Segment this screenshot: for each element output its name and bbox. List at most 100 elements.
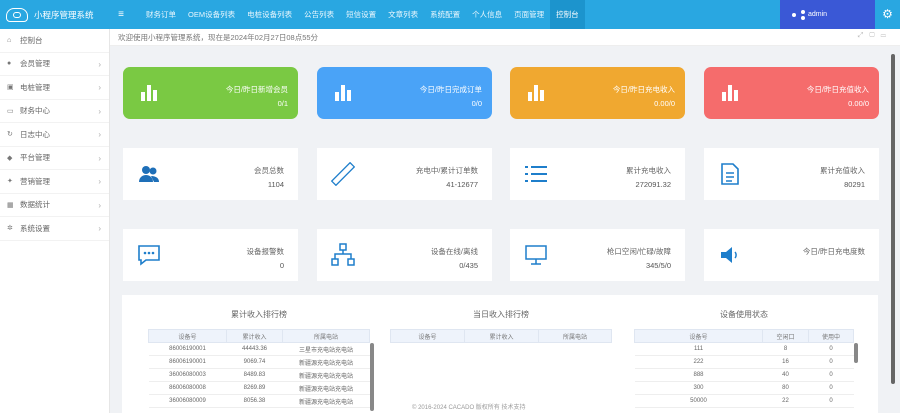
topnav-item[interactable]: 个人信息 <box>466 0 508 29</box>
column-header: 设备号 <box>148 329 227 343</box>
dashboard-content: 今日/昨日新增会员 0/1 今日/昨日完成订单 0/0 今日/昨日充电收入 0.… <box>110 46 890 413</box>
info-value: 0 <box>279 261 284 270</box>
stat-card-recharge-income[interactable]: 今日/昨日充值收入 0.00/0 <box>704 67 879 119</box>
chevron-right-icon: › <box>98 83 101 92</box>
device-status-table: 设备号 空闲口 使用中 111 8 0 222 16 0 888 40 0 300 80 0 5… <box>634 329 854 408</box>
stat-card-new-members[interactable]: 今日/昨日新增会员 0/1 <box>123 67 298 119</box>
income-ranking: 累计收入排行榜 设备号 累计收入 所属电站 86006190001 44443.3… <box>148 309 374 411</box>
chevron-right-icon: › <box>98 153 101 163</box>
page-scrollbar[interactable] <box>891 54 895 384</box>
message-icon <box>138 245 160 266</box>
app-title: 小程序管理系统 <box>34 9 94 20</box>
stat-value: 0/0 <box>471 99 482 108</box>
column-header: 空闲口 <box>762 329 809 343</box>
menu-toggle-icon[interactable]: ≡ <box>114 9 128 20</box>
table-row: 86006190001 44443.36 三星市充电站充电站 <box>148 342 370 356</box>
sidebar-item-label: 财务中心 <box>20 106 50 116</box>
stat-value: 0.00/0 <box>848 99 869 108</box>
info-value: 345/5/0 <box>645 261 671 270</box>
today-ranking-table: 设备号 累计收入 所属电站 <box>390 329 612 343</box>
topnav-item[interactable]: 财务订单 <box>140 0 182 29</box>
info-card-gun-status: 枪口空闲/忙碌/故障 345/5/0 <box>510 229 685 281</box>
column-header: 所属电站 <box>282 329 370 343</box>
info-label: 设备在线/离线 <box>430 247 478 256</box>
info-card-recharge-income: 累计充值收入 80291 <box>704 148 879 200</box>
sidebar-item-label: 平台管理 <box>20 153 50 163</box>
info-value: 0/435 <box>459 261 478 270</box>
info-card-alarms: 设备报警数 0 <box>123 229 298 281</box>
stat-card-completed-orders[interactable]: 今日/昨日完成订单 0/0 <box>317 67 492 119</box>
column-header: 设备号 <box>634 329 763 343</box>
screen-icon <box>525 245 547 265</box>
bar-chart-icon <box>722 85 738 101</box>
income-table-scrollbar[interactable] <box>370 343 374 411</box>
settings-gear-icon[interactable]: ⚙ <box>875 0 900 29</box>
sidebar-item-piles[interactable]: ▣ 电桩管理 › <box>0 76 109 100</box>
user-menu[interactable]: admin <box>780 0 875 29</box>
sidebar-item-marketing[interactable]: ✦ 营销管理 › <box>0 170 109 194</box>
column-header: 所属电站 <box>538 329 612 343</box>
sidebar-item-label: 系统设置 <box>20 223 50 233</box>
info-value: 80291 <box>844 180 865 189</box>
gift-icon: ✦ <box>7 178 13 186</box>
sidebar-item-platform[interactable]: ◆ 平台管理 › <box>0 147 109 170</box>
bar-chart-icon <box>528 85 544 101</box>
table-row: 86006080008 8269.89 新疆源充电站充电站 <box>148 381 370 395</box>
topnav-item[interactable]: OEM设备列表 <box>182 0 241 29</box>
chevron-right-icon: › <box>98 200 101 210</box>
topnav-item[interactable]: 短信设置 <box>340 0 382 29</box>
status-table-scrollbar[interactable] <box>854 343 858 363</box>
table-row: 50000 22 0 <box>634 394 854 408</box>
topnav-item[interactable]: 电桩设备列表 <box>241 0 298 29</box>
app-logo[interactable]: 小程序管理系统 <box>0 0 120 29</box>
stat-card-charging-income[interactable]: 今日/昨日充电收入 0.00/0 <box>510 67 685 119</box>
column-header: 累计收入 <box>226 329 283 343</box>
sidebar-item-logs[interactable]: ↻ 日志中心 › <box>0 123 109 147</box>
refresh-icon: ↻ <box>7 131 13 139</box>
document-icon <box>721 163 739 185</box>
welcome-message: 欢迎使用小程序管理系统，现在是2024年02月27日08点55分 <box>118 33 319 42</box>
topnav-item[interactable]: 系统配置 <box>424 0 466 29</box>
sidebar-item-label: 营销管理 <box>20 176 50 186</box>
stat-label: 今日/昨日完成订单 <box>419 85 482 94</box>
topnav-item[interactable]: 公告列表 <box>298 0 340 29</box>
top-nav: 财务订单 OEM设备列表 电桩设备列表 公告列表 短信设置 文章列表 系统配置 … <box>140 0 585 29</box>
sidebar-item-label: 数据统计 <box>20 200 50 210</box>
users-icon <box>139 166 159 182</box>
table-row: 36006080009 8056.38 新疆源充电站充电站 <box>148 394 370 408</box>
column-header: 使用中 <box>808 329 854 343</box>
table-row: 300 80 0 <box>634 381 854 395</box>
share-icon <box>792 10 806 20</box>
sidebar-item-label: 日志中心 <box>20 129 50 139</box>
sidebar-item-members[interactable]: ● 会员管理 › <box>0 53 109 76</box>
sidebar-item-settings[interactable]: ✲ 系统设置 › <box>0 217 109 241</box>
info-card-online-offline: 设备在线/离线 0/435 <box>317 229 492 281</box>
sidebar-item-label: 控制台 <box>20 35 43 45</box>
home-icon: ⌂ <box>7 36 12 44</box>
table-row: 86006190001 9069.74 新疆源充电站充电站 <box>148 355 370 369</box>
stat-label: 今日/昨日充值收入 <box>806 85 869 94</box>
gear-icon: ✲ <box>7 225 13 233</box>
info-label: 枪口空闲/忙碌/故障 <box>606 247 671 256</box>
info-label: 累计充值收入 <box>820 166 865 175</box>
toolbar-icons[interactable]: ⤢▢▭ <box>858 32 892 40</box>
topnav-item[interactable]: 页面管理 <box>508 0 550 29</box>
username: admin <box>808 11 828 18</box>
cloud-logo-icon <box>6 7 28 22</box>
info-card-orders: 充电中/累计订单数 41-12677 <box>317 148 492 200</box>
copyright-footer: © 2016-2024 CACADO 版权所有 技术支持 <box>412 405 526 411</box>
today-ranking: 当日收入排行榜 设备号 累计收入 所属电站 <box>390 309 612 343</box>
sidebar-item-dashboard[interactable]: ⌂ 控制台 <box>0 29 109 53</box>
chevron-right-icon: › <box>98 224 101 233</box>
chevron-right-icon: › <box>98 130 101 139</box>
sidebar-item-finance[interactable]: ▭ 财务中心 › <box>0 100 109 123</box>
cube-icon: ▣ <box>7 84 14 92</box>
sidebar-item-stats[interactable]: ▦ 数据统计 › <box>0 194 109 217</box>
topnav-item[interactable]: 文章列表 <box>382 0 424 29</box>
info-value: 41-12677 <box>446 180 478 189</box>
stat-value: 0.00/0 <box>654 99 675 108</box>
monitor-icon: ▭ <box>7 107 14 115</box>
topnav-item-active[interactable]: 控制台 <box>550 0 585 29</box>
income-ranking-table: 设备号 累计收入 所属电站 86006190001 44443.36 三星市充电站充… <box>148 329 370 408</box>
info-value: 1104 <box>267 180 284 189</box>
